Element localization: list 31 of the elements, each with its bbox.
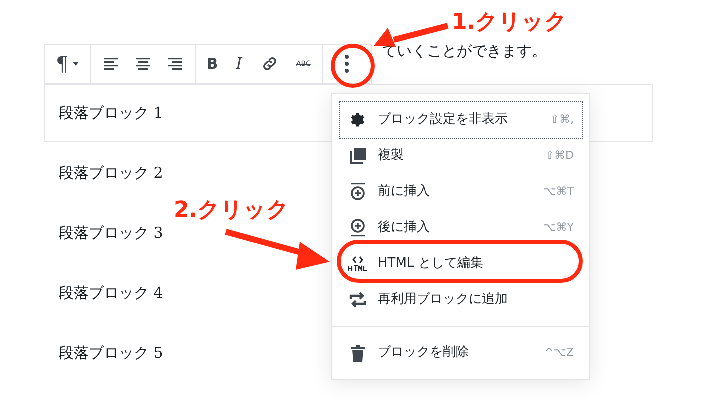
insert-above-icon [350,183,366,201]
link-icon [260,55,278,73]
html-icon [348,256,368,272]
align-left-icon [104,58,118,70]
menu-item[interactable]: 再利用ブロックに追加 [340,282,582,318]
menu-item[interactable]: ブロックを削除 ^⌥Z [340,335,582,371]
menu-item[interactable]: 後に挿入 ⌥⌘Y [340,210,582,246]
menu-item[interactable]: HTML として編集 [340,246,582,282]
menu-item[interactable]: ブロック設定を非表示 ⇧⌘, [340,102,582,138]
paragraph-text: 段落ブロック 2 [59,162,164,184]
paragraph-block[interactable]: 段落ブロック 4 [44,264,178,322]
paragraph-text: 段落ブロック 4 [59,282,164,304]
annotation-label: 1.クリック [452,9,568,37]
align-center-icon [136,58,150,70]
paragraph-text: 段落ブロック 1 [59,102,164,124]
gear-icon [349,111,367,129]
insert-below-icon [350,219,366,237]
caret-icon [72,62,79,66]
trash-icon [351,344,365,362]
paragraph-button[interactable]: ¶ [50,49,85,79]
align-right-icon [168,58,182,70]
paragraph-block[interactable]: 段落ブロック 5 [44,324,178,382]
repeat-icon [349,292,367,308]
format-button[interactable]: I [230,49,248,79]
menu-item[interactable]: 複製 ⇧⌘D [340,138,582,174]
format-button[interactable]: B [200,49,224,79]
paragraph-text: 段落ブロック 5 [59,342,164,364]
copy-icon [350,148,366,164]
menu-item[interactable]: 前に挿入 ⌥⌘T [340,174,582,210]
paragraph-text: 段落ブロック 3 [59,222,164,244]
more-options-icon [344,55,349,73]
